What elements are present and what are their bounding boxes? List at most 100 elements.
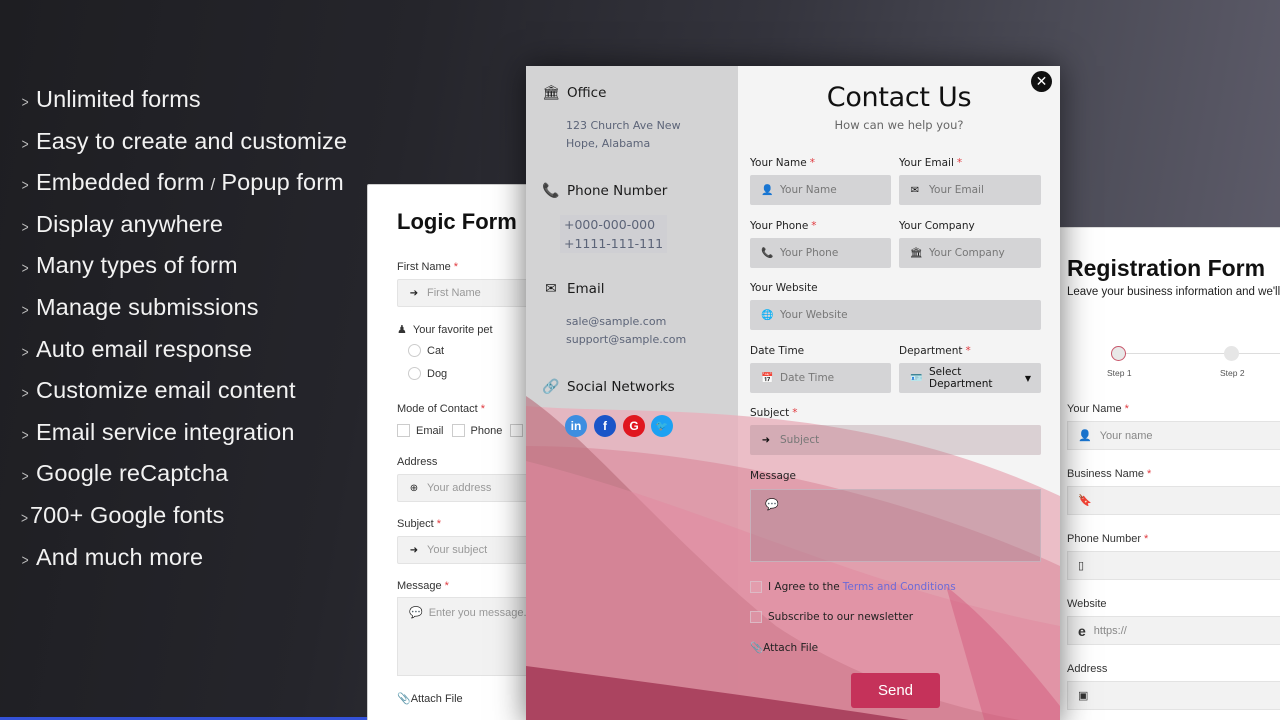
newsletter-checkbox[interactable] bbox=[750, 611, 762, 623]
terms-checkbox[interactable] bbox=[750, 581, 762, 593]
step-1-label: Step 1 bbox=[1107, 368, 1132, 378]
first-name-label: First Name * bbox=[397, 261, 459, 273]
linkedin-icon[interactable]: in bbox=[565, 415, 587, 437]
google-icon[interactable]: G bbox=[623, 415, 645, 437]
first-name-input[interactable]: ➔ First Name bbox=[397, 279, 546, 307]
contact-title: Contact Us bbox=[826, 82, 972, 113]
registration-title: Registration Form bbox=[1067, 255, 1266, 281]
checkbox-im[interactable] bbox=[510, 424, 524, 437]
radio-button[interactable] bbox=[408, 344, 421, 357]
email-input[interactable]: ✉ Your Email bbox=[899, 175, 1041, 205]
registration-subtitle: Leave your business information and we'l… bbox=[1067, 286, 1280, 298]
email-heading: ✉ Email bbox=[542, 281, 604, 297]
address-input[interactable]: ⊕ Your address bbox=[397, 474, 546, 502]
step-2-label: Step 2 bbox=[1220, 368, 1245, 378]
chevron-right-icon: > bbox=[21, 426, 29, 444]
contact-mode-options: Email Phone IM bbox=[397, 424, 546, 437]
checkbox-phone[interactable] bbox=[451, 424, 465, 437]
business-name-input[interactable]: 🔖 bbox=[1067, 486, 1280, 515]
envelope-icon: ✉ bbox=[910, 184, 920, 196]
office-address: 123 Church Ave New Hope, Alabama bbox=[566, 119, 681, 150]
chevron-right-icon: > bbox=[21, 260, 29, 278]
name-input[interactable]: 👤 Your Name bbox=[750, 175, 891, 205]
radio-dog[interactable]: Dog bbox=[408, 367, 447, 380]
office-heading: 🏛 Office bbox=[542, 85, 607, 101]
website-label: Your Website bbox=[750, 282, 818, 294]
company-input[interactable]: 🏛 Your Company bbox=[899, 238, 1041, 268]
feature-item: > Google reCaptcha bbox=[21, 460, 229, 487]
bookmark-icon: 🔖 bbox=[1078, 495, 1092, 507]
bank-icon: 🏛 bbox=[910, 247, 923, 259]
facebook-icon[interactable]: f bbox=[594, 415, 616, 437]
id-card-icon: 🪪 bbox=[910, 372, 923, 384]
feature-item: > Many types of form bbox=[21, 252, 238, 279]
chevron-right-icon: > bbox=[21, 177, 29, 195]
chevron-right-icon: > bbox=[21, 218, 29, 236]
phone-label: Your Phone * bbox=[750, 220, 817, 232]
arrow-right-icon: ➜ bbox=[761, 434, 771, 446]
datetime-input[interactable]: 📅 Date Time bbox=[750, 363, 891, 393]
message-textarea[interactable]: 💬 bbox=[750, 489, 1041, 562]
phone-input[interactable]: 📞 Your Phone bbox=[750, 238, 891, 268]
paperclip-icon: 📎 bbox=[750, 642, 764, 654]
feature-item: >700+ Google fonts bbox=[21, 501, 225, 528]
arrow-circle-right-icon: ➔ bbox=[409, 287, 419, 299]
terms-link[interactable]: Terms and Conditions bbox=[843, 581, 956, 593]
subject-input[interactable]: ➜ Subject bbox=[750, 425, 1041, 455]
message-textarea[interactable]: 💬 Enter you message... bbox=[397, 597, 546, 676]
email-addresses: sale@sample.com support@sample.com bbox=[566, 315, 687, 346]
pet-label: ♟ Your favorite pet bbox=[397, 324, 493, 336]
feature-item: > Unlimited forms bbox=[21, 86, 201, 112]
envelope-icon: ✉ bbox=[545, 281, 557, 297]
feature-item: > Easy to create and customize bbox=[21, 127, 348, 154]
website-label: Website bbox=[1067, 598, 1107, 610]
chevron-right-icon: > bbox=[21, 94, 29, 111]
phone-icon: 📞 bbox=[761, 247, 774, 259]
attach-file-link[interactable]: 📎Attach File bbox=[397, 692, 463, 705]
caret-down-icon: ▼ bbox=[1024, 373, 1031, 383]
twitter-icon[interactable]: 🐦 bbox=[651, 415, 673, 437]
subject-label: Subject * bbox=[397, 518, 441, 530]
step-connector bbox=[1119, 353, 1280, 354]
radio-button[interactable] bbox=[408, 367, 421, 380]
department-select[interactable]: 🪪 Select Department ▼ bbox=[899, 363, 1041, 393]
newsletter-checkbox-row[interactable]: Subscribe to our newsletter bbox=[750, 611, 913, 623]
feature-item: > Customize email content bbox=[21, 377, 296, 404]
terms-checkbox-row[interactable]: I Agree to the Terms and Conditions bbox=[750, 581, 956, 593]
comment-icon: 💬 bbox=[409, 607, 423, 619]
link-icon: 🔗 bbox=[542, 379, 560, 395]
edge-browser-icon: e bbox=[1078, 622, 1086, 639]
arrow-right-icon: ➜ bbox=[409, 544, 419, 556]
website-input[interactable]: 🌐 Your Website bbox=[750, 300, 1041, 330]
feature-item: > Embedded form / Popup form bbox=[21, 169, 344, 196]
phone-numbers: +000-000-000 +1111-111-111 bbox=[560, 215, 668, 253]
globe-icon: 🌐 bbox=[761, 309, 774, 321]
contact-mode-label: Mode of Contact * bbox=[397, 403, 485, 415]
logic-form-card: Logic Form First Name * ➔ First Name ♟ Your… bbox=[367, 184, 547, 720]
contact-card-icon: ▣ bbox=[1078, 690, 1089, 702]
website-input[interactable]: e https:// bbox=[1067, 616, 1280, 645]
radio-cat[interactable]: Cat bbox=[408, 344, 444, 357]
send-button[interactable]: Send bbox=[851, 673, 940, 708]
comment-icon: 💬 bbox=[765, 498, 779, 511]
address-input[interactable]: ▣ bbox=[1067, 681, 1280, 710]
subject-input[interactable]: ➜ Your subject bbox=[397, 536, 546, 564]
separator: / bbox=[210, 175, 216, 195]
chevron-right-icon: > bbox=[21, 509, 29, 527]
reg-name-input[interactable]: 👤 Your name bbox=[1067, 421, 1280, 450]
checkbox-email[interactable] bbox=[397, 424, 410, 437]
chevron-right-icon: > bbox=[21, 385, 29, 403]
feature-item: > And much more bbox=[21, 543, 204, 570]
registration-form-card: Registration Form Leave your business in… bbox=[1058, 227, 1280, 720]
step-1-indicator[interactable] bbox=[1111, 346, 1126, 361]
reg-name-label: Your Name * bbox=[1067, 403, 1129, 415]
user-icon: 👤 bbox=[761, 184, 774, 196]
user-icon: 👤 bbox=[1078, 430, 1092, 442]
phone-number-input[interactable]: ▯ bbox=[1067, 551, 1280, 580]
attach-file-link[interactable]: 📎Attach File bbox=[750, 641, 818, 654]
email-label: Your Email * bbox=[899, 157, 963, 169]
company-label: Your Company bbox=[899, 220, 975, 232]
phone-icon: 📞 bbox=[542, 183, 560, 199]
step-2-indicator[interactable] bbox=[1224, 346, 1239, 361]
department-label: Department * bbox=[899, 345, 971, 357]
